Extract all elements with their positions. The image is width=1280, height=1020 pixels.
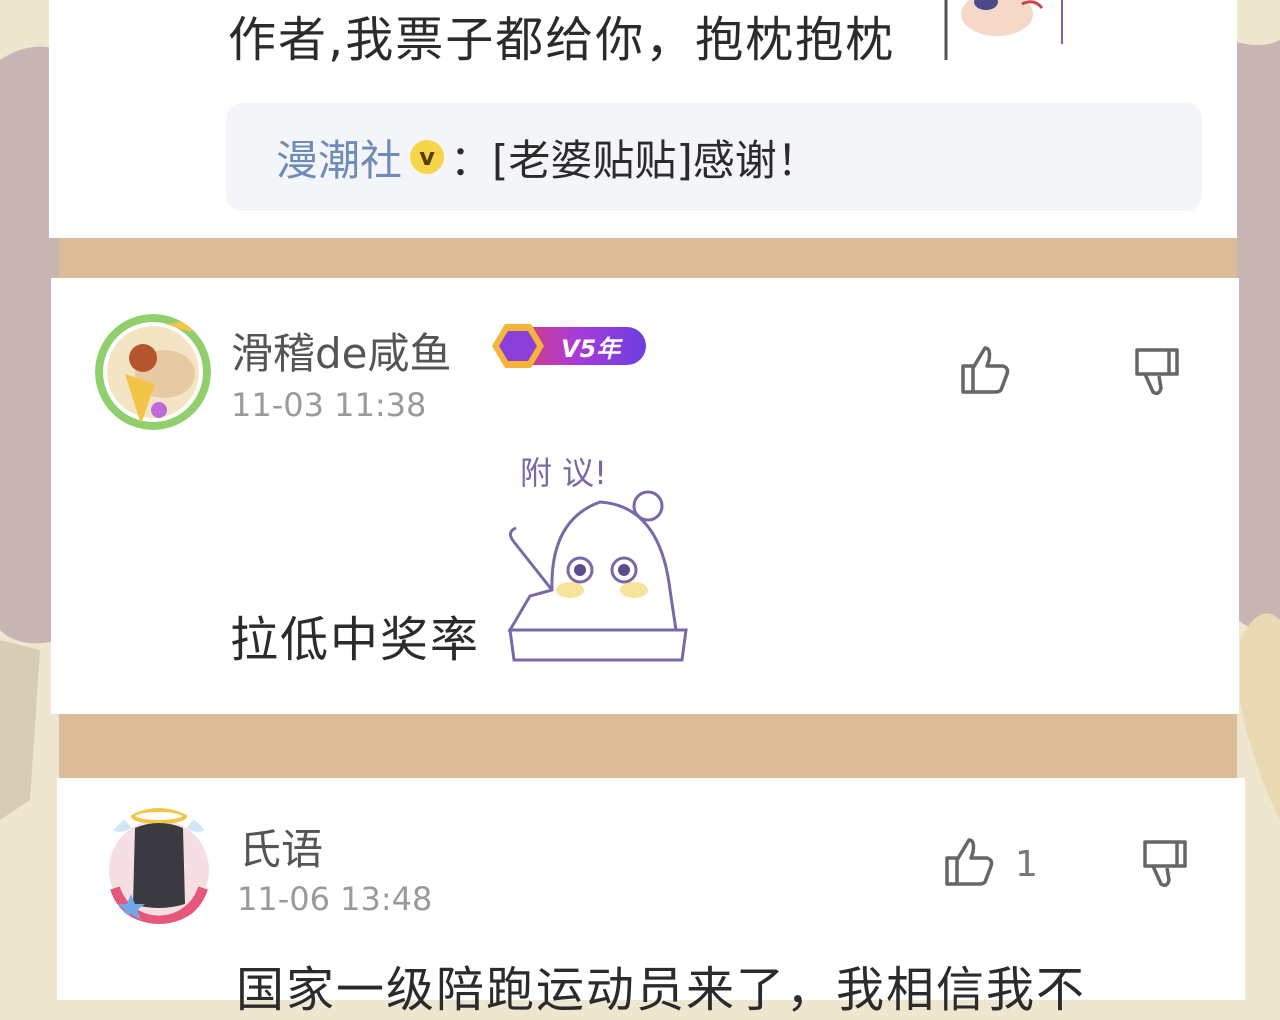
avatar[interactable] <box>95 314 211 430</box>
comment-timestamp: 11-06 13:48 <box>237 880 433 918</box>
thumbs-up-icon[interactable] <box>957 342 1013 398</box>
sticker-image: 附 议! <box>507 454 688 662</box>
reply-content: [老婆贴贴]感谢！ <box>492 135 819 185</box>
comment-card: 作者,我票子都给你，抱枕抱枕 漫潮社 v ： [老婆贴贴]感谢！ <box>49 0 1237 238</box>
comment-username[interactable]: 滑稽de咸鱼 <box>231 320 452 381</box>
reply-box[interactable]: 漫潮社 v ： [老婆贴贴]感谢！ <box>226 103 1202 211</box>
avatar[interactable] <box>101 808 217 924</box>
level-hex-icon <box>492 324 544 368</box>
comment-text: 拉低中奖率 <box>230 612 481 668</box>
verified-badge-icon: v <box>410 140 445 174</box>
reply-separator: ： <box>450 135 493 185</box>
sticker-image <box>944 0 1063 60</box>
comment-username[interactable]: 氏语 <box>239 816 323 877</box>
thumbs-up-icon[interactable] <box>941 834 997 890</box>
thumbs-down-icon[interactable] <box>1131 344 1187 400</box>
comment-card: 滑稽de咸鱼 V5年 11-03 11:38 拉低中奖率 附 议! <box>51 278 1239 714</box>
comment-timestamp: 11-03 11:38 <box>231 386 427 424</box>
comment-text: 国家一级陪跑运动员来了，我相信我不 <box>236 962 1087 1018</box>
comment-card: 氏语 11-06 13:48 1 国家一级陪跑运动员来了，我相信我不 <box>57 778 1245 1018</box>
sticker-text: 附 议! <box>520 454 607 492</box>
like-count: 1 <box>1015 844 1038 885</box>
comment-text: 作者,我票子都给你，抱枕抱枕 <box>228 12 896 68</box>
reply-username[interactable]: 漫潮社 <box>276 127 402 188</box>
separator-strip <box>59 238 1237 278</box>
separator-strip <box>59 714 1237 778</box>
thumbs-down-icon[interactable] <box>1139 836 1195 892</box>
